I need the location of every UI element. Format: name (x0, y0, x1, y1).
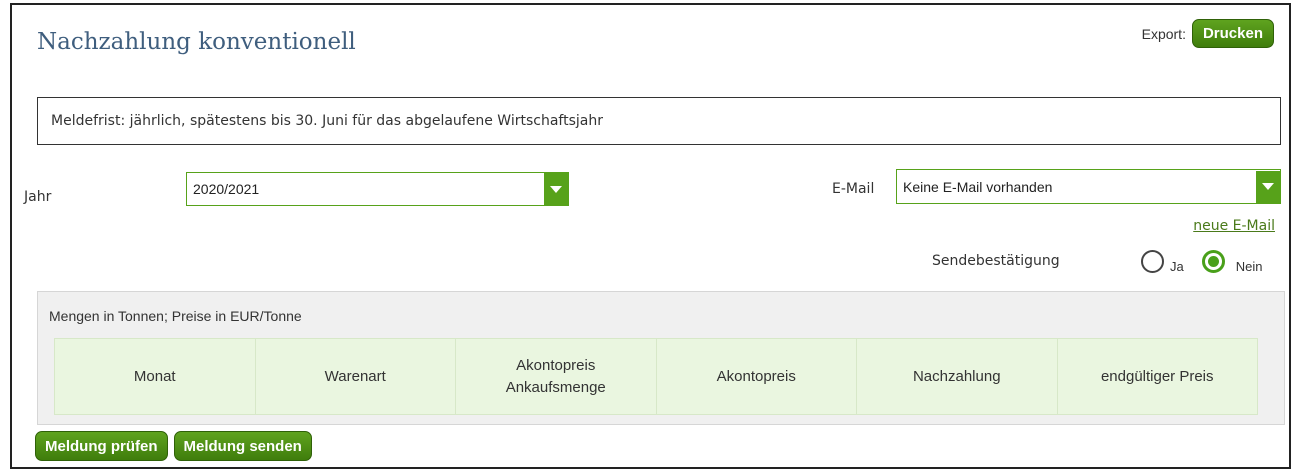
deadline-notice: Meldefrist: jährlich, spätestens bis 30.… (37, 97, 1281, 145)
chevron-down-icon[interactable] (1256, 170, 1280, 203)
column-header-akontopreis-ankaufsmenge: Akontopreis Ankaufsmenge (456, 339, 657, 414)
action-buttons: Meldung prüfen Meldung senden (35, 431, 312, 461)
send-confirmation-radio-group: Ja Nein (1141, 249, 1262, 274)
page-title: Nachzahlung konventionell (37, 29, 356, 55)
table-panel: Mengen in Tonnen; Preise in EUR/Tonne Mo… (37, 291, 1285, 425)
table-header: Monat Warenart Akontopreis Ankaufsmenge … (54, 338, 1258, 415)
radio-nein-label: Nein (1235, 259, 1263, 274)
send-report-button[interactable]: Meldung senden (173, 431, 312, 461)
radio-ja[interactable] (1141, 250, 1164, 273)
export-label: Export: (1141, 25, 1186, 42)
column-header-warenart: Warenart (255, 339, 456, 414)
year-label: Jahr (24, 189, 52, 205)
email-select[interactable]: Keine E-Mail vorhanden (896, 169, 1281, 204)
main-frame: Nachzahlung konventionell Export: Drucke… (10, 3, 1291, 469)
check-report-button[interactable]: Meldung prüfen (35, 431, 168, 461)
year-select-value: 2020/2021 (193, 181, 260, 197)
print-button[interactable]: Drucken (1191, 19, 1274, 48)
chevron-down-icon[interactable] (544, 173, 568, 205)
email-label: E-Mail (832, 181, 875, 197)
radio-ja-label: Ja (1170, 259, 1184, 274)
send-confirmation-label: Sendebestätigung (932, 253, 1060, 269)
column-header-nachzahlung: Nachzahlung (857, 339, 1058, 414)
column-header-akontopreis: Akontopreis (656, 339, 857, 414)
column-header-monat: Monat (55, 339, 256, 414)
email-select-value: Keine E-Mail vorhanden (903, 178, 1053, 195)
year-select[interactable]: 2020/2021 (186, 172, 569, 206)
table-caption: Mengen in Tonnen; Preise in EUR/Tonne (49, 308, 302, 324)
new-email-link[interactable]: neue E-Mail (1193, 218, 1275, 234)
radio-nein[interactable] (1201, 250, 1225, 273)
column-header-endgueltiger-preis: endgültiger Preis (1057, 339, 1257, 414)
export-bar: Export: Drucken (1142, 19, 1274, 48)
